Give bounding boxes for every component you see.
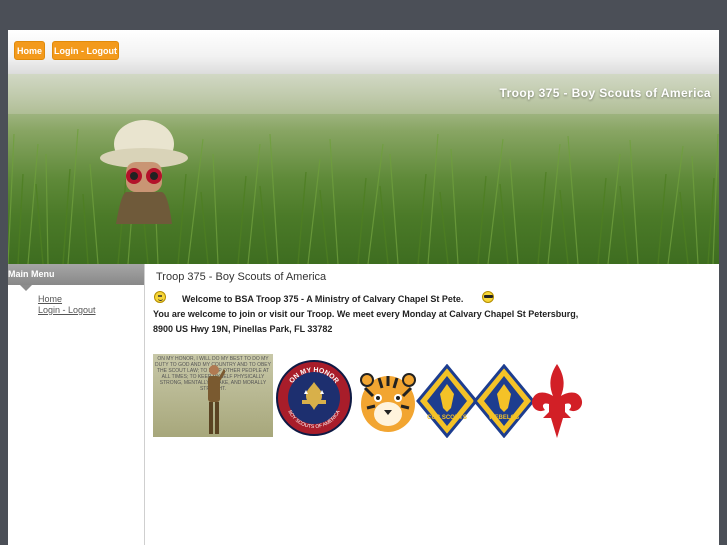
top-nav-bar: Home Login - Logout	[8, 30, 719, 74]
sidebar-heading-arrow	[20, 285, 32, 291]
content-title: Troop 375 - Boy Scouts of America	[156, 271, 327, 283]
main-content: Troop 375 - Boy Scouts of America Welcom…	[144, 264, 719, 545]
cool-smiley-icon	[482, 291, 494, 303]
welcome-text: Welcome to BSA Troop 375 - A Ministry of…	[182, 294, 464, 304]
header-banner: Troop 375 - Boy Scouts of America	[8, 74, 719, 264]
sidebar-item-login-logout[interactable]: Login - Logout	[38, 305, 144, 316]
nav-login-logout-button[interactable]: Login - Logout	[52, 41, 119, 60]
cub-scouts-label: CUB SCOUTS	[427, 415, 467, 421]
fleur-de-lis-icon	[531, 364, 583, 438]
on-my-honor-seal-icon: ON MY HONOR BOY SCOUTS OF AMERICA	[276, 360, 352, 436]
tiger-cub-icon	[360, 373, 416, 432]
smiley-icon	[154, 291, 166, 303]
banner-title: Troop 375 - Boy Scouts of America	[499, 86, 711, 100]
top-band	[0, 0, 727, 22]
page-container: Home Login - Logout Troop 375 - Boy Scou…	[8, 30, 719, 545]
nav-home-button[interactable]: Home	[14, 41, 45, 60]
saluting-scout-figure	[208, 365, 225, 434]
visit-text: You are welcome to join or visit our Tro…	[153, 309, 579, 319]
sidebar-item-home[interactable]: Home	[38, 294, 144, 305]
sidebar-heading: Main Menu	[8, 264, 144, 285]
address-text: 8900 US Hwy 19N, Pinellas Park, FL 33782	[153, 324, 333, 334]
scout-oath-image: ON MY HONOR, I WILL DO MY BEST TO DO MY …	[153, 354, 273, 437]
sidebar: Main Menu Home Login - Logout	[8, 264, 144, 545]
explorer-child-image	[100, 120, 188, 224]
webelos-diamond-icon: WEBELOS	[473, 364, 535, 438]
webelos-label: WEBELOS	[489, 415, 519, 421]
cub-scouts-diamond-icon: CUB SCOUTS	[416, 364, 478, 438]
